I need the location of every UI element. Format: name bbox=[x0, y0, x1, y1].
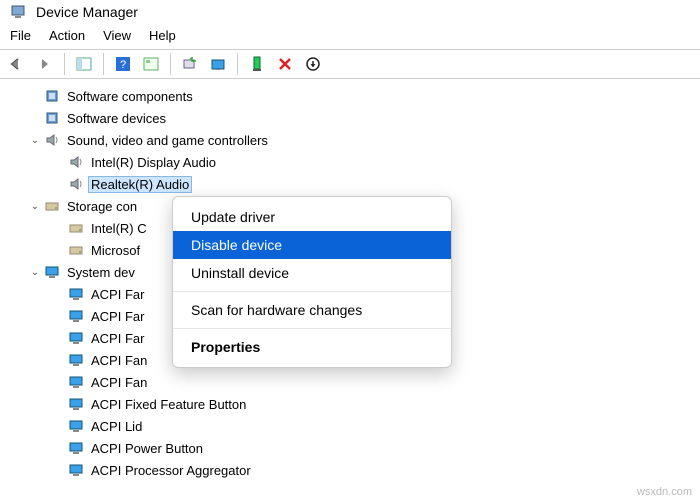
help-button[interactable]: ? bbox=[110, 52, 136, 76]
enable-device-button[interactable] bbox=[244, 52, 270, 76]
chip-icon bbox=[44, 110, 60, 126]
tree-node[interactable]: ·ACPI Processor Aggregator bbox=[10, 459, 700, 481]
tree-node-label[interactable]: Storage con bbox=[64, 198, 140, 215]
tree-node[interactable]: ·Intel(R) Display Audio bbox=[10, 151, 700, 173]
pc-icon bbox=[68, 352, 84, 368]
menu-separator bbox=[173, 291, 451, 292]
speaker-icon bbox=[68, 176, 84, 192]
chip-icon bbox=[44, 88, 60, 104]
tree-node[interactable]: ⌄ Sound, video and game controllers bbox=[10, 129, 700, 151]
tree-node[interactable]: ·ACPI Fan bbox=[10, 371, 700, 393]
pc-icon bbox=[68, 396, 84, 412]
tree-node-label[interactable]: ACPI Processor Aggregator bbox=[88, 462, 254, 479]
disable-device-button[interactable] bbox=[300, 52, 326, 76]
tree-node[interactable]: ·Realtek(R) Audio bbox=[10, 173, 700, 195]
tree-node[interactable]: ·Software devices bbox=[10, 107, 700, 129]
menu-file[interactable]: File bbox=[10, 28, 31, 43]
menu-help[interactable]: Help bbox=[149, 28, 176, 43]
pc-icon bbox=[68, 286, 84, 302]
tree-node-label[interactable]: Intel(R) C bbox=[88, 220, 150, 237]
separator bbox=[64, 53, 65, 75]
menu-view[interactable]: View bbox=[103, 28, 131, 43]
tree-node-label[interactable]: ACPI Far bbox=[88, 308, 147, 325]
tree-node-label[interactable]: ACPI Far bbox=[88, 330, 147, 347]
collapse-toggle-icon[interactable]: ⌄ bbox=[28, 267, 42, 278]
pc-icon bbox=[68, 308, 84, 324]
pc-icon bbox=[68, 462, 84, 478]
speaker-icon bbox=[44, 132, 60, 148]
collapse-toggle-icon[interactable]: ⌄ bbox=[28, 201, 42, 212]
tree-node-label[interactable]: ACPI Lid bbox=[88, 418, 145, 435]
collapse-toggle-icon[interactable]: ⌄ bbox=[28, 135, 42, 146]
tree-node-label[interactable]: Software devices bbox=[64, 110, 169, 127]
tree-node[interactable]: ·ACPI Fixed Feature Button bbox=[10, 393, 700, 415]
tree-node-label[interactable]: ACPI Fan bbox=[88, 352, 150, 369]
tree-node-label[interactable]: Realtek(R) Audio bbox=[88, 176, 192, 193]
separator bbox=[170, 53, 171, 75]
toolbar: ? bbox=[0, 49, 700, 79]
forward-button[interactable] bbox=[32, 52, 58, 76]
tree-node[interactable]: ·ACPI Lid bbox=[10, 415, 700, 437]
tree-node-label[interactable]: ACPI Far bbox=[88, 286, 147, 303]
context-menu: Update driverDisable deviceUninstall dev… bbox=[172, 196, 452, 368]
context-menu-item[interactable]: Update driver bbox=[173, 203, 451, 231]
tree-node-label[interactable]: System dev bbox=[64, 264, 138, 281]
tree-node-label[interactable]: ACPI Fan bbox=[88, 374, 150, 391]
drive-icon bbox=[44, 198, 60, 214]
pc-icon bbox=[68, 374, 84, 390]
separator bbox=[237, 53, 238, 75]
update-driver-button[interactable] bbox=[205, 52, 231, 76]
tree-node-label[interactable]: Microsof bbox=[88, 242, 143, 259]
back-button[interactable] bbox=[4, 52, 30, 76]
speaker-icon bbox=[68, 154, 84, 170]
properties-button[interactable] bbox=[138, 52, 164, 76]
drive-icon bbox=[68, 242, 84, 258]
tree-node-label[interactable]: Sound, video and game controllers bbox=[64, 132, 271, 149]
scan-hardware-button[interactable] bbox=[177, 52, 203, 76]
tree-node-label[interactable]: Intel(R) Display Audio bbox=[88, 154, 219, 171]
context-menu-item[interactable]: Properties bbox=[173, 333, 451, 361]
separator bbox=[103, 53, 104, 75]
pc-icon bbox=[44, 264, 60, 280]
context-menu-item[interactable]: Scan for hardware changes bbox=[173, 296, 451, 324]
context-menu-item[interactable]: Uninstall device bbox=[173, 259, 451, 287]
tree-node-label[interactable]: ACPI Power Button bbox=[88, 440, 206, 457]
titlebar: Device Manager bbox=[0, 0, 700, 24]
uninstall-device-button[interactable] bbox=[272, 52, 298, 76]
show-hide-console-tree-button[interactable] bbox=[71, 52, 97, 76]
menu-separator bbox=[173, 328, 451, 329]
app-icon bbox=[10, 4, 26, 20]
pc-icon bbox=[68, 330, 84, 346]
tree-node[interactable]: ·ACPI Power Button bbox=[10, 437, 700, 459]
pc-icon bbox=[68, 440, 84, 456]
window-title: Device Manager bbox=[36, 4, 138, 20]
svg-text:?: ? bbox=[120, 59, 126, 71]
watermark: wsxdn.com bbox=[637, 486, 692, 498]
pc-icon bbox=[68, 418, 84, 434]
menubar: File Action View Help bbox=[0, 24, 700, 49]
context-menu-item[interactable]: Disable device bbox=[173, 231, 451, 259]
tree-node-label[interactable]: ACPI Fixed Feature Button bbox=[88, 396, 249, 413]
tree-node-label[interactable]: Software components bbox=[64, 88, 196, 105]
drive-icon bbox=[68, 220, 84, 236]
tree-node[interactable]: ·Software components bbox=[10, 85, 700, 107]
menu-action[interactable]: Action bbox=[49, 28, 85, 43]
